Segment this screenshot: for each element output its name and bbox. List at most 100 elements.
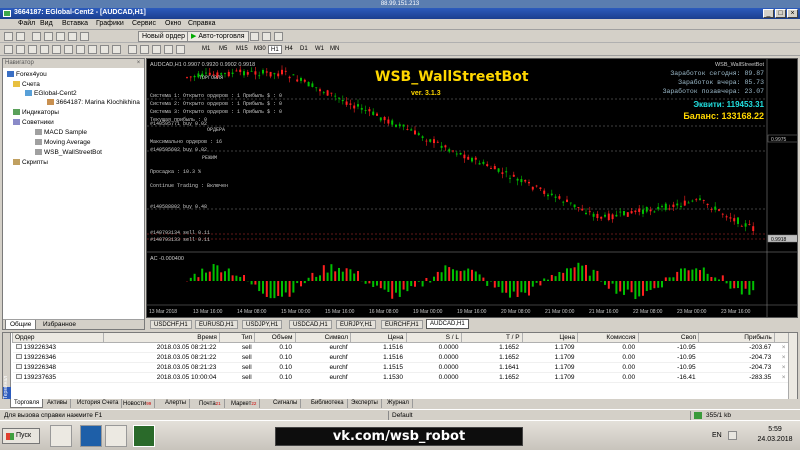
terminal-tab[interactable]: Журнал	[384, 399, 413, 408]
crosshair-icon[interactable]	[16, 45, 25, 54]
fibonacci-icon[interactable]	[76, 45, 85, 54]
maximize-button[interactable]: □	[775, 9, 786, 18]
table-row[interactable]: 139237635 2018.03.05 10:00:04 sell 0.10 eurc…	[12, 372, 789, 383]
vertical-line-icon[interactable]	[28, 45, 37, 54]
terminal-tab[interactable]: Почта21	[196, 399, 225, 408]
menu-view[interactable]: Вид	[40, 20, 53, 27]
close-order-icon[interactable]: ×	[774, 362, 789, 373]
minimize-button[interactable]: _	[763, 9, 774, 18]
trend-line-icon[interactable]	[52, 45, 61, 54]
zoom-in-icon[interactable]	[164, 45, 173, 54]
timeframe-m1[interactable]: M1	[200, 45, 212, 54]
explorer-icon[interactable]	[50, 425, 72, 447]
zoom-out-icon[interactable]	[176, 45, 185, 54]
col-order[interactable]: Ордер	[12, 333, 104, 343]
bar-chart-icon[interactable]	[128, 45, 137, 54]
timeframe-m30[interactable]: M30	[252, 45, 268, 54]
new-chart-icon[interactable]	[4, 32, 13, 41]
clock[interactable]: 5:59 24.03.2018	[752, 425, 798, 445]
tree-advisors[interactable]: Советники	[13, 119, 54, 126]
tree-server[interactable]: EGlobal-Cent2	[25, 90, 77, 97]
network-icon[interactable]	[728, 431, 737, 440]
timeframe-mn[interactable]: MN	[328, 45, 341, 54]
text-tool-icon[interactable]	[88, 45, 97, 54]
tree-advisor-wsb[interactable]: WSB_WallStreetBot	[35, 149, 102, 156]
col-price[interactable]: Цена	[350, 333, 407, 343]
close-order-icon[interactable]: ×	[774, 342, 789, 353]
terminal-tab[interactable]: История Счета	[74, 399, 123, 408]
col-type[interactable]: Тип	[218, 333, 256, 343]
tree-account[interactable]: 3664187: Marina Klochikhina	[47, 99, 140, 106]
chart-tab[interactable]: EURJPY,H1	[336, 320, 377, 329]
timeframe-h1[interactable]: H1	[268, 45, 282, 54]
powershell-icon[interactable]	[80, 425, 102, 447]
terminal-icon[interactable]	[68, 32, 77, 41]
chart-tab-active[interactable]: AUDCAD,H1	[426, 319, 469, 329]
col-swap[interactable]: Своп	[637, 333, 700, 343]
col-current-price[interactable]: Цена	[521, 333, 579, 343]
navigator-icon[interactable]	[56, 32, 65, 41]
close-order-icon[interactable]: ×	[774, 372, 789, 383]
terminal-tab[interactable]: Маркет22	[228, 399, 261, 408]
buy-icon[interactable]	[250, 32, 259, 41]
table-row[interactable]: 139226346 2018.03.05 08:21:22 sell 0.10 eurc…	[12, 352, 789, 363]
table-row[interactable]: 139226348 2018.03.05 08:21:23 sell 0.10 eurc…	[12, 362, 789, 373]
profiles-icon[interactable]	[16, 32, 25, 41]
menu-charts[interactable]: Графики	[96, 20, 124, 27]
start-button[interactable]: Пуск	[2, 428, 40, 444]
menu-insert[interactable]: Вставка	[62, 20, 88, 27]
file-manager-icon[interactable]	[105, 425, 127, 447]
terminal-tab[interactable]: Библиотека	[308, 399, 348, 408]
col-sl[interactable]: S / L	[405, 333, 463, 343]
timeframe-h4[interactable]: H4	[283, 45, 295, 54]
tree-accounts[interactable]: Счета	[13, 81, 40, 88]
auto-trading-button[interactable]: ▶ Авто-торговля	[187, 31, 249, 42]
chart-tab[interactable]: USDJPY,H1	[242, 320, 283, 329]
col-symbol[interactable]: Символ	[294, 333, 352, 343]
tree-indicators[interactable]: Индикаторы	[13, 109, 59, 116]
close-icon[interactable]: ×	[135, 60, 142, 67]
candle-chart-icon[interactable]	[140, 45, 149, 54]
market-watch-icon[interactable]	[32, 32, 41, 41]
timeframe-m15[interactable]: M15	[234, 45, 250, 54]
label-tool-icon[interactable]	[100, 45, 109, 54]
tree-root[interactable]: Forex4you	[7, 71, 47, 78]
language-indicator[interactable]: EN	[712, 432, 722, 439]
terminal-scrollbar[interactable]	[788, 333, 797, 399]
chart-tab[interactable]: EURCHF,H1	[381, 320, 423, 329]
col-commission[interactable]: Комиссия	[577, 333, 639, 343]
terminal-tab[interactable]: Эксперты	[348, 399, 382, 408]
terminal-tab[interactable]: Торговля	[10, 399, 44, 408]
tree-advisor-macd[interactable]: MACD Sample	[35, 129, 87, 136]
menu-help[interactable]: Справка	[188, 20, 215, 27]
tab-favorites[interactable]: Избранное	[39, 320, 80, 330]
horizontal-line-icon[interactable]	[40, 45, 49, 54]
close-button[interactable]: ×	[787, 9, 798, 18]
col-time[interactable]: Время	[102, 333, 220, 343]
tab-common[interactable]: Общие	[5, 320, 37, 330]
col-tp[interactable]: T / P	[461, 333, 523, 343]
col-volume[interactable]: Объем	[254, 333, 296, 343]
close-order-icon[interactable]: ×	[774, 352, 789, 363]
line-chart-icon[interactable]	[152, 45, 161, 54]
cursor-icon[interactable]	[4, 45, 13, 54]
menu-tools[interactable]: Сервис	[132, 20, 156, 27]
zoom-icon[interactable]	[274, 32, 283, 41]
chart-tab[interactable]: USDCHF,H1	[150, 320, 192, 329]
timeframe-m5[interactable]: M5	[217, 45, 229, 54]
metatrader-taskbar-icon[interactable]	[133, 425, 155, 447]
data-window-icon[interactable]	[44, 32, 53, 41]
price-chart[interactable]: 13 Mar 2018 13 Mar 16:00 14 Mar 08:00 15 Ma…	[146, 58, 798, 318]
terminal-tab[interactable]: Сигналы	[270, 399, 302, 408]
tree-advisor-ma[interactable]: Moving Average	[35, 139, 91, 146]
table-row[interactable]: 139226343 2018.03.05 08:21:22 sell 0.10 eurc…	[12, 342, 789, 353]
sell-icon[interactable]	[262, 32, 271, 41]
channel-icon[interactable]	[64, 45, 73, 54]
terminal-tab[interactable]: Новости99	[120, 399, 156, 408]
terminal-tab[interactable]: Активы	[44, 399, 72, 408]
col-profit[interactable]: Прибыль	[698, 333, 775, 343]
timeframe-w1[interactable]: W1	[313, 45, 326, 54]
new-order-button[interactable]: Новый ордер	[138, 31, 190, 42]
arrows-icon[interactable]	[112, 45, 121, 54]
tester-icon[interactable]	[80, 32, 89, 41]
